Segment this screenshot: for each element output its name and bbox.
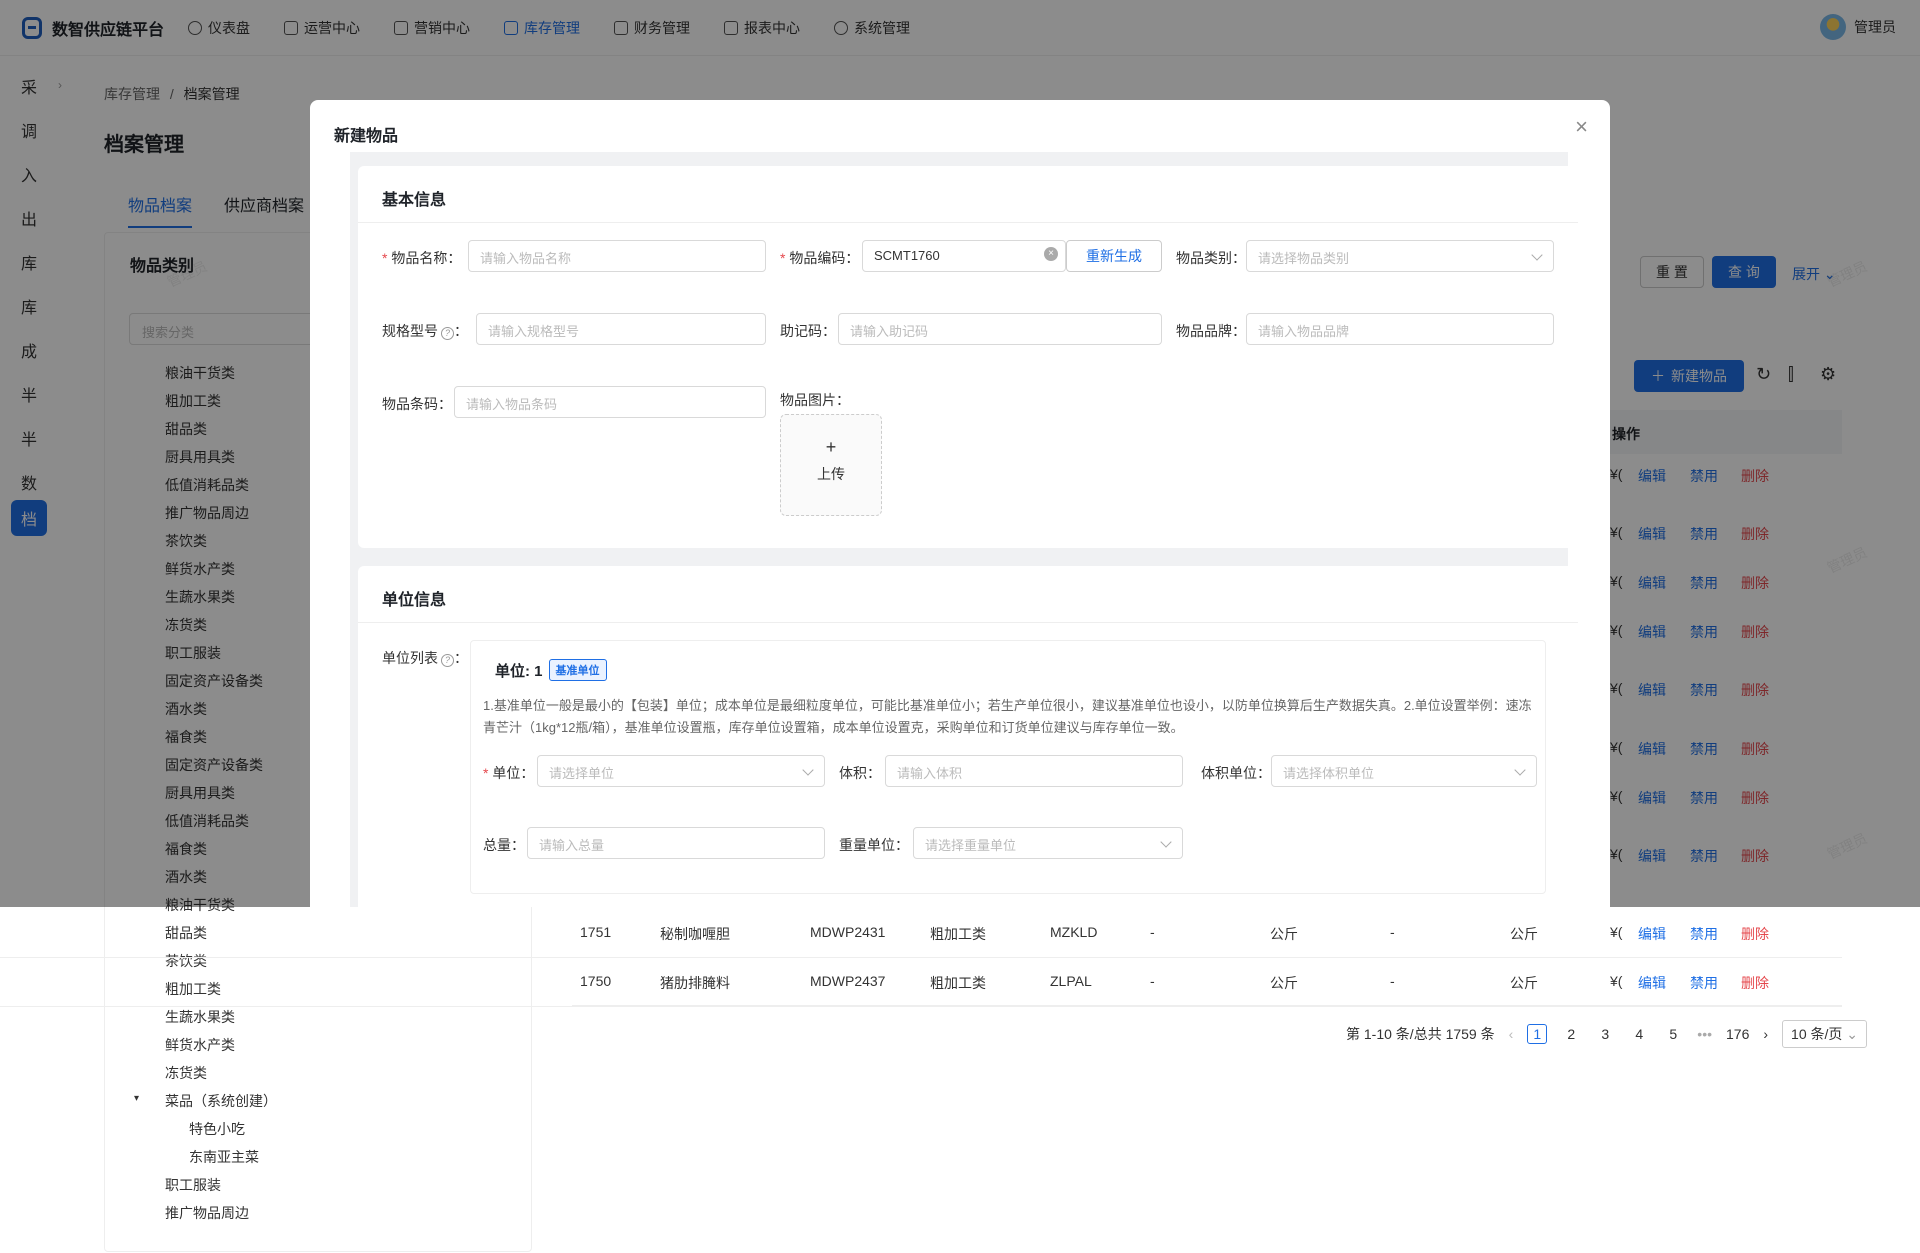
page-1[interactable]: 1 [1527, 1024, 1548, 1044]
plus-icon: + [825, 437, 837, 457]
upload-label: 上传 [817, 466, 845, 482]
volume-label: 体积： [839, 765, 881, 781]
delete-link[interactable]: 删除 [1741, 973, 1769, 993]
price-cell: ¥( [1610, 924, 1623, 940]
cell-spec: - [1150, 973, 1155, 989]
page-size-select[interactable]: 10 条/页 ⌄ [1782, 1020, 1868, 1048]
cell-spec: - [1150, 924, 1155, 940]
unit-label: 单位： [483, 763, 534, 783]
tree-item[interactable]: 冻货类 [165, 1063, 207, 1083]
item-code-label: 物品编码： [780, 248, 859, 268]
item-code-input[interactable]: SCMT1760 [862, 240, 1066, 272]
tree-item-child[interactable]: 特色小吃 [189, 1119, 245, 1139]
chevron-down-icon: ⌄ [1846, 1026, 1859, 1042]
tree-item-child[interactable]: 东南亚主菜 [189, 1147, 259, 1167]
new-item-modal: 新建物品 × 基本信息 物品名称： 请输入物品名称 物品编码： SCMT1760… [310, 100, 1610, 907]
cell-name: 猪肋排腌料 [660, 975, 730, 991]
barcode-input[interactable]: 请输入物品条码 [454, 386, 766, 418]
delete-link[interactable]: 删除 [1741, 924, 1769, 944]
barcode-label: 物品条码： [382, 396, 452, 412]
item-category-select[interactable]: 请选择物品类别 [1246, 240, 1554, 272]
cell-category: 粗加工类 [930, 975, 986, 991]
modal-body: 基本信息 物品名称： 请输入物品名称 物品编码： SCMT1760 × 重新生成… [350, 152, 1578, 907]
unit-tip: 1.基准单位一般是最小的【包装】单位；成本单位是最细粒度单位，可能比基准单位小；… [483, 698, 1532, 735]
tree-item[interactable]: 职工服装 [165, 1175, 221, 1195]
cell-name: 秘制咖喱胆 [660, 926, 730, 942]
clear-icon[interactable]: × [1044, 247, 1058, 261]
table-divider [572, 1005, 1842, 1006]
tree-item-dish-group[interactable]: 菜品（系统创建） [165, 1091, 277, 1111]
tree-item[interactable]: 鲜货水产类 [165, 1035, 235, 1055]
base-unit-badge: 基准单位 [548, 659, 607, 681]
weight-input[interactable]: 请输入总量 [527, 827, 825, 859]
page-ellipsis[interactable]: ••• [1697, 1026, 1712, 1042]
caret-down-icon[interactable]: ▾ [134, 1093, 139, 1104]
cell-brand: - [1390, 924, 1395, 940]
prev-page-icon[interactable]: ‹ [1509, 1026, 1514, 1042]
unit-list-label: 单位列表?： [382, 650, 468, 667]
next-page-icon[interactable]: › [1763, 1026, 1768, 1042]
unit-info-card: 单位信息 单位列表?： 单位: 1 基准单位 1.基准单位一般是最小的【包装】单位… [358, 566, 1578, 907]
table-row: 1751 秘制咖喱胆 MDWP2431 粗加工类 MZKLD - 公斤 - 公斤 ¥( 编辑 禁用 删除 [0, 910, 1842, 958]
weight-label: 总量： [483, 837, 525, 853]
cell-code: MDWP2431 [810, 924, 886, 940]
cell-mnemonic: ZLPAL [1050, 973, 1092, 989]
cell-unit2: 公斤 [1510, 926, 1538, 942]
mnemonic-label: 助记码： [780, 323, 836, 339]
unit-row-box: 单位: 1 基准单位 1.基准单位一般是最小的【包装】单位；成本单位是最细粒度单位… [470, 640, 1546, 894]
spec-input[interactable]: 请输入规格型号 [476, 313, 766, 345]
volume-input[interactable]: 请输入体积 [885, 755, 1183, 787]
cell-unit: 公斤 [1270, 926, 1298, 942]
tree-item[interactable]: 生蔬水果类 [165, 1007, 235, 1027]
divider [358, 222, 1578, 223]
divider [358, 622, 1578, 623]
pagination: 第 1-10 条/总共 1759 条 ‹ 1 2 3 4 5 ••• 176 ›… [1346, 1020, 1868, 1048]
page-2[interactable]: 2 [1561, 1026, 1581, 1042]
cell-code: MDWP2437 [810, 973, 886, 989]
tree-item[interactable]: 推广物品周边 [165, 1203, 249, 1223]
page-5[interactable]: 5 [1663, 1026, 1683, 1042]
cell-unit: 公斤 [1270, 975, 1298, 991]
brand-label: 物品品牌： [1176, 323, 1246, 339]
help-icon[interactable]: ? [441, 327, 454, 340]
table-row: 1750 猪肋排腌料 MDWP2437 粗加工类 ZLPAL - 公斤 - 公斤 ¥( 编辑 禁用 删除 [0, 959, 1842, 1007]
item-category-label: 物品类别： [1176, 250, 1246, 266]
spec-label: 规格型号?： [382, 323, 468, 340]
cell-brand: - [1390, 973, 1395, 989]
weight-unit-label: 重量单位： [839, 837, 909, 853]
volume-unit-select[interactable]: 请选择体积单位 [1271, 755, 1537, 787]
volume-unit-label: 体积单位： [1201, 765, 1271, 781]
page-4[interactable]: 4 [1629, 1026, 1649, 1042]
modal-title: 新建物品 [334, 128, 399, 145]
basic-info-title: 基本信息 [382, 192, 447, 209]
item-name-input[interactable]: 请输入物品名称 [468, 240, 766, 272]
mnemonic-input[interactable]: 请输入助记码 [838, 313, 1162, 345]
unit-heading: 单位: 1 基准单位 [495, 659, 607, 681]
cell-unit2: 公斤 [1510, 975, 1538, 991]
unit-select[interactable]: 请选择单位 [537, 755, 825, 787]
price-cell: ¥( [1610, 973, 1623, 989]
item-name-label: 物品名称： [382, 248, 461, 268]
page-3[interactable]: 3 [1595, 1026, 1615, 1042]
weight-unit-select[interactable]: 请选择重量单位 [913, 827, 1183, 859]
regenerate-button[interactable]: 重新生成 [1066, 240, 1162, 272]
disable-link[interactable]: 禁用 [1690, 924, 1718, 944]
disable-link[interactable]: 禁用 [1690, 973, 1718, 993]
unit-info-title: 单位信息 [382, 592, 447, 609]
help-icon[interactable]: ? [441, 654, 454, 667]
image-label: 物品图片： [780, 392, 850, 408]
close-icon[interactable]: × [1575, 114, 1588, 140]
edit-link[interactable]: 编辑 [1638, 973, 1666, 993]
page-last[interactable]: 176 [1726, 1026, 1749, 1042]
edit-link[interactable]: 编辑 [1638, 924, 1666, 944]
basic-info-card: 基本信息 物品名称： 请输入物品名称 物品编码： SCMT1760 × 重新生成… [358, 166, 1578, 548]
cell-mnemonic: MZKLD [1050, 924, 1098, 940]
image-upload[interactable]: + 上传 [780, 414, 882, 516]
pagination-summary: 第 1-10 条/总共 1759 条 [1346, 1026, 1495, 1042]
cell-category: 粗加工类 [930, 926, 986, 942]
cell-id: 1751 [580, 924, 612, 940]
brand-input[interactable]: 请输入物品品牌 [1246, 313, 1554, 345]
cell-id: 1750 [580, 973, 612, 989]
